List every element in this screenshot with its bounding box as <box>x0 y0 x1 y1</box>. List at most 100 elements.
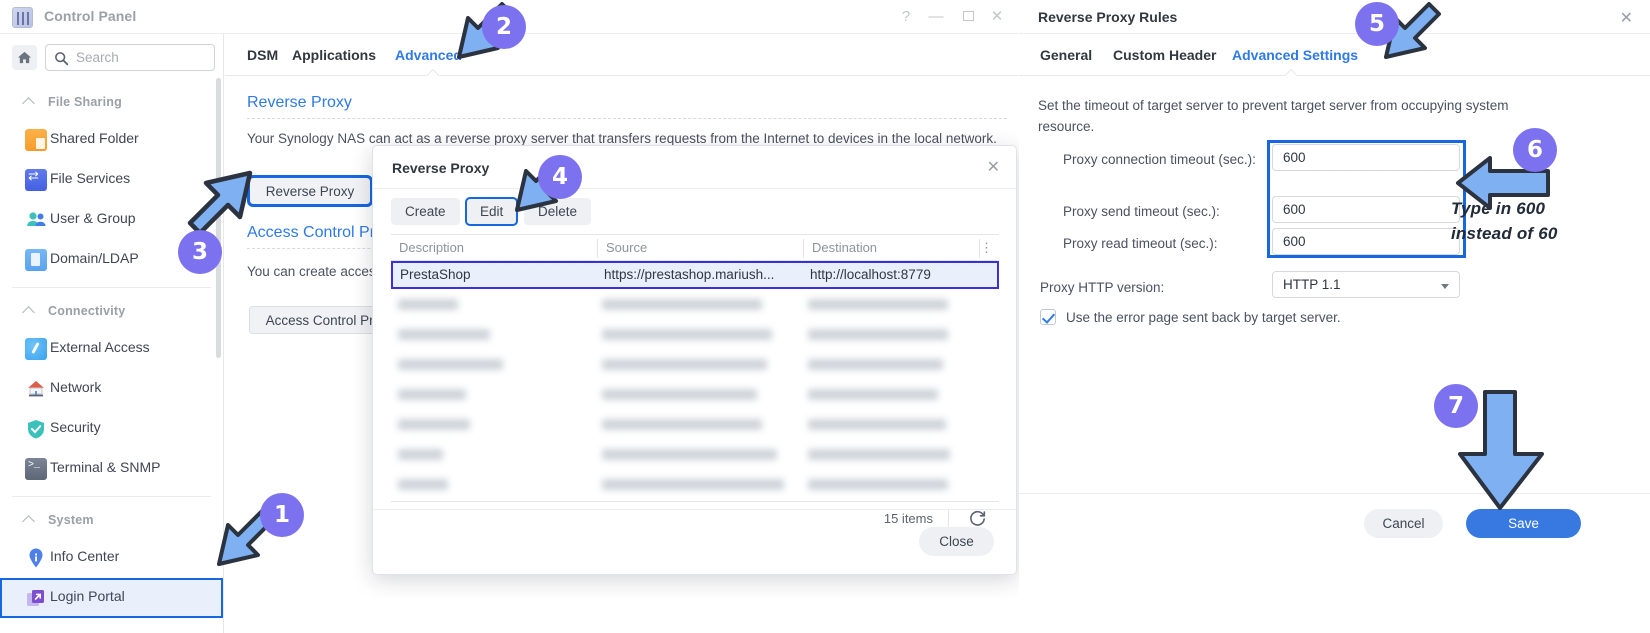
sidebar-item-info-center[interactable]: Info Center <box>0 538 223 578</box>
sidebar-item-security[interactable]: Security <box>0 409 223 449</box>
table-row[interactable] <box>391 291 999 321</box>
sidebar-item-label: External Access <box>50 339 150 355</box>
annotation-badge-4: 4 <box>538 155 582 199</box>
error-page-label: Use the error page sent back by target s… <box>1066 310 1341 325</box>
user-group-icon <box>25 209 47 231</box>
table-row[interactable] <box>391 351 999 381</box>
control-panel-icon <box>12 7 33 28</box>
sidebar-item-label: User & Group <box>50 210 136 226</box>
table-cell-obscured <box>808 389 938 400</box>
rules-close-icon[interactable]: ✕ <box>1620 8 1633 28</box>
column-header-source[interactable]: Source <box>606 240 647 255</box>
dialog-close-icon[interactable]: ✕ <box>987 157 1000 177</box>
file-services-icon <box>25 168 47 191</box>
search-input[interactable]: Search <box>45 44 215 71</box>
annotation-badge-3: 3 <box>178 230 222 274</box>
proxy-send-timeout-input[interactable]: 600 <box>1272 196 1460 223</box>
close-button[interactable]: Close <box>919 527 994 556</box>
help-button[interactable]: ? <box>897 9 915 25</box>
sidebar-item-label: Network <box>50 379 102 395</box>
sidebar-item-label: Terminal & SNMP <box>50 459 161 475</box>
home-button[interactable] <box>12 45 37 70</box>
window-close-button[interactable]: ✕ <box>988 9 1006 25</box>
reverse-proxy-button[interactable]: Reverse Proxy <box>247 175 373 207</box>
sidebar-item-external-access[interactable]: External Access <box>0 329 223 369</box>
proxy-http-version-select[interactable]: HTTP 1.1 <box>1272 271 1460 298</box>
dialog-toolbar: Create Edit Delete <box>373 189 1016 233</box>
sidebar-item-label: Security <box>50 419 101 435</box>
tab-custom-header[interactable]: Custom Header <box>1113 47 1216 63</box>
chevron-down-icon <box>1441 284 1449 289</box>
column-header-destination[interactable]: Destination <box>812 240 877 255</box>
table-row[interactable] <box>391 471 999 501</box>
table-row[interactable] <box>391 381 999 411</box>
sidebar-group-label: File Sharing <box>48 95 122 109</box>
sidebar-divider <box>12 287 211 288</box>
create-button[interactable]: Create <box>391 198 460 225</box>
terminal-snmp-icon <box>25 458 47 480</box>
table-cell-obscured <box>602 359 767 370</box>
sidebar-group-connectivity[interactable]: Connectivity <box>0 295 223 329</box>
sidebar-group-system[interactable]: System <box>0 504 223 538</box>
sidebar-group-file-sharing[interactable]: File Sharing <box>0 86 223 120</box>
tab-advanced-settings[interactable]: Advanced Settings <box>1232 47 1358 63</box>
table-row[interactable] <box>391 411 999 441</box>
table-cell-obscured <box>602 449 777 460</box>
error-page-checkbox[interactable] <box>1040 309 1056 325</box>
rules-description: Set the timeout of target server to prev… <box>1038 98 1509 134</box>
table-row[interactable] <box>391 441 999 471</box>
sidebar-search-area: Search <box>0 34 223 86</box>
sidebar-group-label: System <box>48 513 94 527</box>
cell-source: https://prestashop.mariush... <box>604 267 775 282</box>
proxy-connection-timeout-label: Proxy connection timeout (sec.): <box>1063 152 1256 167</box>
minimize-button[interactable]: — <box>927 9 945 25</box>
proxy-send-timeout-label: Proxy send timeout (sec.): <box>1063 204 1220 219</box>
sidebar-item-terminal-snmp[interactable]: Terminal & SNMP <box>0 449 223 489</box>
column-header-description[interactable]: Description <box>399 240 464 255</box>
maximize-button[interactable] <box>959 9 977 25</box>
sidebar-item-label: Login Portal <box>50 588 125 604</box>
cell-description: PrestaShop <box>400 267 471 282</box>
sidebar-item-shared-folder[interactable]: Shared Folder <box>0 120 223 160</box>
sidebar-divider <box>12 496 211 497</box>
table-row-selected[interactable]: PrestaShop https://prestashop.mariush...… <box>391 261 999 289</box>
table-header-row: Description Source Destination ⋮ <box>391 234 999 261</box>
badge-label: 3 <box>191 239 208 265</box>
proxy-read-timeout-input[interactable]: 600 <box>1272 228 1460 255</box>
annotation-badge-2: 2 <box>482 5 526 49</box>
sidebar-item-label: Domain/LDAP <box>50 250 139 266</box>
proxy-connection-timeout-input[interactable]: 600 <box>1272 144 1460 171</box>
reverse-proxy-section-title: Reverse Proxy <box>247 94 352 111</box>
dialog-title: Reverse Proxy <box>392 160 490 176</box>
info-center-icon <box>25 547 47 569</box>
reverse-proxy-rules-panel: Reverse Proxy Rules ✕ General Custom Hea… <box>1019 0 1650 633</box>
sidebar-item-login-portal[interactable]: Login Portal <box>0 578 223 618</box>
cancel-button[interactable]: Cancel <box>1364 509 1443 538</box>
network-icon <box>25 378 47 400</box>
table-cell-obscured <box>602 479 784 490</box>
annotation-badge-1: 1 <box>260 493 304 537</box>
column-options-icon[interactable]: ⋮ <box>980 240 993 256</box>
tab-dsm[interactable]: DSM <box>247 47 278 63</box>
reverse-proxy-dialog: Reverse Proxy ✕ Create Edit Delete Descr… <box>372 145 1017 575</box>
sidebar-item-network[interactable]: Network <box>0 369 223 409</box>
table-row[interactable] <box>391 321 999 351</box>
tab-applications[interactable]: Applications <box>292 47 376 63</box>
badge-label: 4 <box>551 164 568 190</box>
table-cell-obscured <box>398 419 470 430</box>
section-divider <box>247 118 1007 119</box>
search-icon <box>55 52 69 66</box>
tab-general[interactable]: General <box>1040 47 1092 63</box>
table-cell-obscured <box>398 359 503 370</box>
annotation-badge-7: 7 <box>1434 384 1478 428</box>
sidebar-item-label: Info Center <box>50 548 120 564</box>
rules-footer: Cancel Save <box>1019 493 1650 633</box>
badge-label: 5 <box>1368 11 1385 37</box>
main-tabs: DSM Applications Advanced <box>225 34 1018 76</box>
column-divider[interactable] <box>597 239 598 258</box>
column-divider[interactable] <box>803 239 804 258</box>
domain-ldap-icon <box>25 249 47 271</box>
rules-title: Reverse Proxy Rules <box>1038 9 1178 25</box>
table-cell-obscured <box>602 389 757 400</box>
sidebar-item-label: Shared Folder <box>50 130 139 146</box>
